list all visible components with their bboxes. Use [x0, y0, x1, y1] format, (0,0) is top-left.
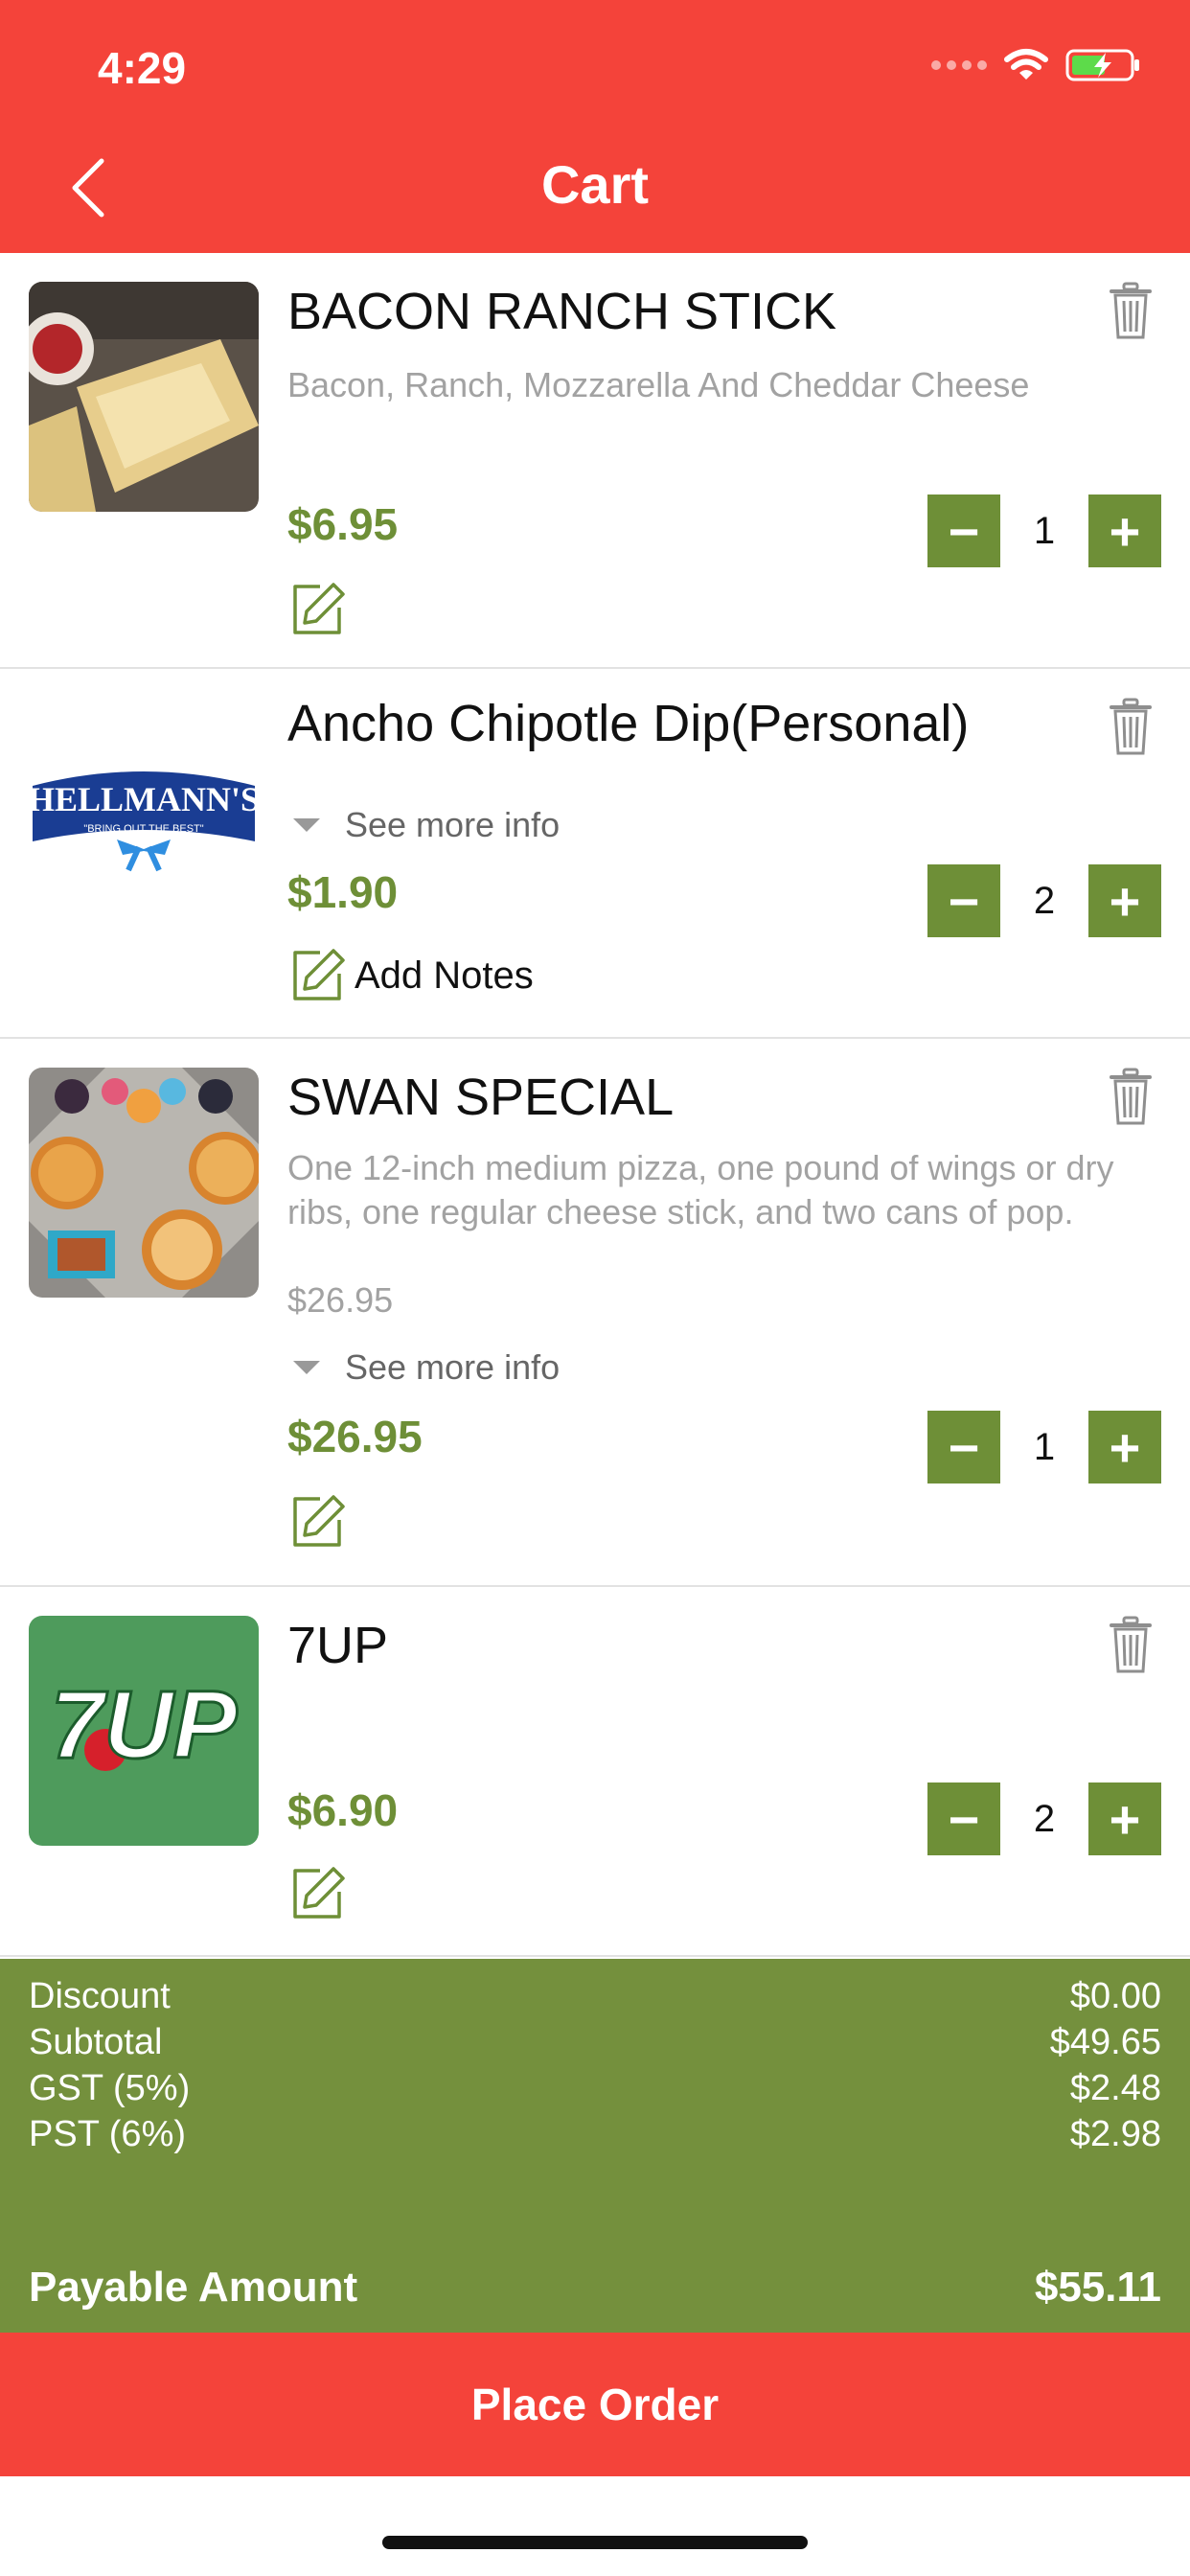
hellmanns-tagline: "BRING OUT THE BEST" [83, 823, 203, 835]
add-notes-button[interactable]: Add Notes [287, 947, 534, 1004]
summary-value: $49.65 [1049, 2022, 1161, 2062]
disclosure-triangle-icon [293, 818, 320, 832]
cart-item: 7UP 7UP $6.90 − 2 + [0, 1587, 1190, 1957]
decrease-quantity-button[interactable]: − [927, 864, 1000, 937]
add-notes-button[interactable] [287, 581, 345, 638]
item-name: SWAN SPECIAL [287, 1069, 675, 1126]
edit-note-icon [293, 1867, 345, 1919]
quantity-value: 2 [1033, 1798, 1056, 1840]
item-image: HELLMANN'S "BRING OUT THE BEST" [29, 698, 259, 928]
delete-trash-icon[interactable] [1110, 282, 1152, 341]
summary-label: PST (6%) [29, 2114, 187, 2154]
header-bar: 4:29 Cart [0, 0, 1190, 253]
item-description: Bacon, Ranch, Mozzarella And Cheddar Che… [287, 365, 1030, 404]
quantity-value: 2 [1033, 880, 1056, 922]
cellular-signal-icon [931, 60, 987, 70]
item-price: $6.90 [287, 1785, 399, 1835]
quantity-stepper: − 2 + [927, 1782, 1161, 1855]
page-title: Cart [540, 154, 650, 215]
decrease-quantity-button[interactable]: − [927, 494, 1000, 567]
place-order-button[interactable]: Place Order [0, 2333, 1190, 2476]
quantity-value: 1 [1033, 510, 1056, 552]
summary-value: $0.00 [1069, 1976, 1161, 2016]
item-image [29, 1068, 259, 1298]
see-more-info-label: See more info [345, 805, 561, 844]
increase-quantity-button[interactable]: + [1088, 864, 1161, 937]
cart-item: SWAN SPECIAL One 12-inch medium pizza, o… [0, 1039, 1190, 1587]
cart-item: HELLMANN'S "BRING OUT THE BEST" Ancho Ch… [0, 669, 1190, 1039]
item-price: $1.90 [287, 867, 399, 917]
status-icons [931, 48, 1142, 82]
status-time: 4:29 [98, 43, 187, 93]
increase-quantity-button[interactable]: + [1088, 1782, 1161, 1855]
item-name: BACON RANCH STICK [287, 283, 837, 340]
home-indicator [382, 2536, 808, 2549]
edit-note-icon [293, 1495, 345, 1547]
summary-label: Discount [29, 1976, 171, 2016]
item-price: $6.95 [287, 499, 399, 549]
summary-label: GST (5%) [29, 2068, 191, 2108]
summary-row-discount: Discount $0.00 [29, 1976, 1161, 2017]
payable-amount-row: Payable Amount $55.11 [29, 2264, 1161, 2312]
cart-item: BACON RANCH STICK Bacon, Ranch, Mozzarel… [0, 253, 1190, 669]
summary-value: $2.48 [1069, 2068, 1161, 2108]
summary-row-pst: PST (6%) $2.98 [29, 2114, 1161, 2155]
order-summary: Discount $0.00 Subtotal $49.65 GST (5%) … [0, 1959, 1190, 2333]
summary-value: $2.98 [1069, 2114, 1161, 2154]
quantity-stepper: − 2 + [927, 864, 1161, 937]
summary-row-subtotal: Subtotal $49.65 [29, 2022, 1161, 2063]
delete-trash-icon[interactable] [1110, 1616, 1152, 1675]
summary-row-gst: GST (5%) $2.48 [29, 2068, 1161, 2109]
decrease-quantity-button[interactable]: − [927, 1411, 1000, 1484]
see-more-info-toggle[interactable]: See more info [293, 1347, 560, 1388]
battery-charging-icon [1065, 49, 1139, 81]
item-name: 7UP [287, 1617, 389, 1674]
quantity-stepper: − 1 + [927, 1411, 1161, 1484]
summary-label: Subtotal [29, 2022, 163, 2062]
add-notes-button[interactable] [287, 1865, 345, 1922]
increase-quantity-button[interactable]: + [1088, 1411, 1161, 1484]
quantity-value: 1 [1033, 1426, 1056, 1468]
payable-amount-value: $55.11 [1034, 2264, 1161, 2311]
item-sub-price: $26.95 [287, 1280, 394, 1320]
delete-trash-icon[interactable] [1110, 698, 1152, 757]
disclosure-triangle-icon [293, 1361, 320, 1374]
item-price: $26.95 [287, 1412, 423, 1461]
add-notes-button[interactable] [287, 1493, 345, 1551]
hellmanns-logo-text: HELLMANN'S [29, 780, 259, 818]
payable-amount-label: Payable Amount [29, 2264, 358, 2311]
see-more-info-label: See more info [345, 1347, 561, 1387]
item-description: One 12-inch medium pizza, one pound of w… [287, 1148, 1114, 1231]
quantity-stepper: − 1 + [927, 494, 1161, 567]
see-more-info-toggle[interactable]: See more info [293, 805, 560, 845]
delete-trash-icon[interactable] [1110, 1068, 1152, 1127]
item-image: 7UP [29, 1616, 259, 1846]
7up-logo-text: 7UP [51, 1671, 238, 1779]
wifi-icon [1004, 49, 1048, 80]
item-name: Ancho Chipotle Dip(Personal) [287, 695, 970, 752]
add-notes-label: Add Notes [355, 954, 534, 997]
increase-quantity-button[interactable]: + [1088, 494, 1161, 567]
item-image [29, 282, 259, 512]
edit-note-icon [293, 583, 345, 634]
edit-note-icon [293, 949, 345, 1000]
decrease-quantity-button[interactable]: − [927, 1782, 1000, 1855]
